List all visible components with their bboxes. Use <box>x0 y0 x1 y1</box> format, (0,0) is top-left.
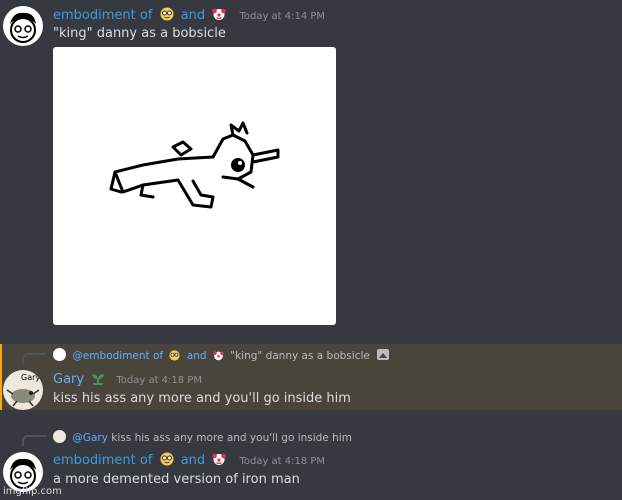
reply-connector <box>22 435 46 446</box>
reply-preview[interactable]: @Gary kiss his ass any more and you'll g… <box>53 430 352 445</box>
reply-text: "king" danny as a bobsicle <box>230 350 370 362</box>
timestamp: Today at 4:18 PM <box>116 375 202 386</box>
username[interactable]: Gary <box>53 372 84 387</box>
message-header: embodiment of and Today at 4:14 PM <box>53 7 325 25</box>
watermark: imgflip.com <box>3 486 62 497</box>
username[interactable]: embodiment of <box>53 453 152 468</box>
avatar[interactable]: Gary <box>3 370 43 410</box>
timestamp: Today at 4:18 PM <box>239 456 326 467</box>
username[interactable]: embodiment of <box>53 8 152 23</box>
avatar-drawing-icon <box>10 12 36 43</box>
reply-author[interactable]: @embodiment of <box>72 350 163 362</box>
reply-author-and[interactable]: and <box>187 350 207 362</box>
clown-face-emoji-icon <box>212 453 227 465</box>
clown-face-emoji-icon <box>212 8 227 20</box>
reply-avatar <box>53 430 66 443</box>
seedling-icon <box>92 374 105 385</box>
message-text: a more demented version of iron man <box>53 472 300 487</box>
nerd-face-emoji-icon <box>160 452 174 466</box>
reply-preview[interactable]: @embodiment of and "king" danny as a bob… <box>53 348 390 363</box>
username-and[interactable]: and <box>181 453 205 468</box>
image-attachment[interactable] <box>53 47 336 325</box>
reply-connector <box>22 353 46 364</box>
username-and[interactable]: and <box>181 8 205 23</box>
reply-avatar <box>53 348 66 361</box>
message-text: "king" danny as a bobsicle <box>53 26 226 41</box>
image-icon <box>377 349 390 360</box>
reply-text: kiss his ass any more and you'll go insi… <box>111 432 352 444</box>
nerd-face-emoji-icon <box>169 350 181 361</box>
avatar[interactable] <box>3 6 43 46</box>
message-text: kiss his ass any more and you'll go insi… <box>53 391 351 406</box>
message-header: embodiment of and Today at 4:18 PM <box>53 452 325 470</box>
mention-highlight-bar <box>0 344 2 410</box>
bobsicle-drawing-icon <box>109 121 280 209</box>
timestamp: Today at 4:14 PM <box>239 11 326 22</box>
gary-avatar-icon: Gary <box>6 373 40 407</box>
clown-face-emoji-icon <box>213 351 224 361</box>
reply-author[interactable]: @Gary <box>72 432 108 444</box>
nerd-face-emoji-icon <box>160 7 174 21</box>
message-header: Gary Today at 4:18 PM <box>53 371 202 389</box>
